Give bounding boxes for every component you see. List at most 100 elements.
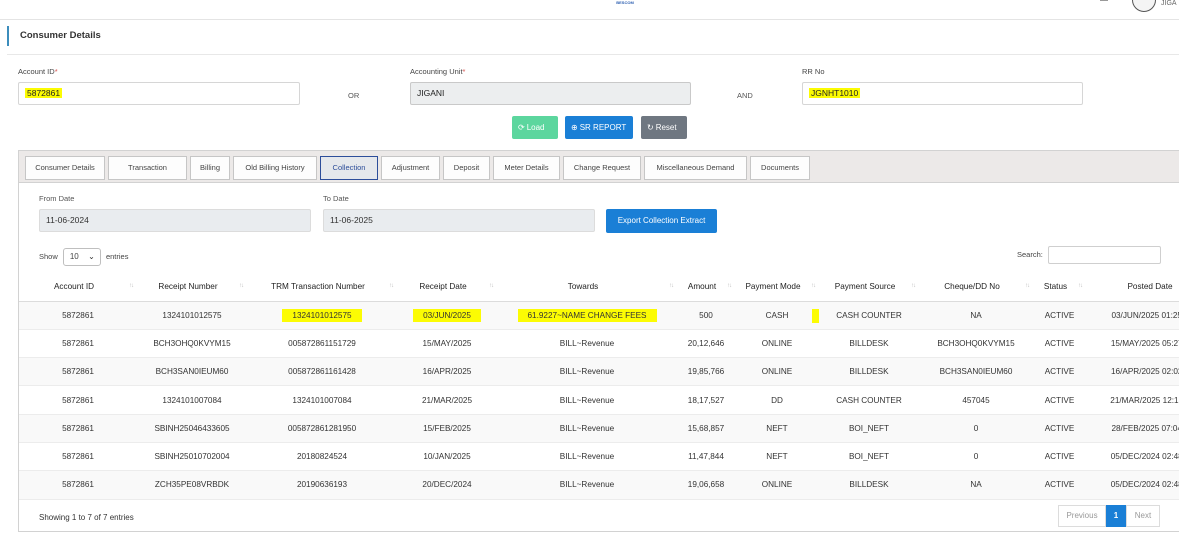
next-page-button[interactable]: Next: [1126, 505, 1160, 527]
column-header-towards[interactable]: Towards ↑↓: [497, 273, 677, 302]
sort-icon: ↑↓: [1078, 283, 1083, 289]
account-id-label: Account ID*: [18, 67, 58, 76]
sort-icon: ↑↓: [669, 283, 674, 289]
cell-cheque-dd-no: 0: [919, 414, 1033, 443]
rr-no-field[interactable]: JGNHT1010: [802, 82, 1083, 105]
show-label: Show: [39, 251, 58, 261]
cell-receipt-date: 03/JUN/2025: [397, 301, 497, 330]
cell-posted-date: 28/FEB/2025 07:04 PM: [1086, 414, 1179, 443]
search-input[interactable]: [1048, 246, 1161, 264]
table-row: 5872861 ZCH35PE08VRBDK 20190636193 20/DEC/2…: [19, 470, 1179, 500]
cell-cheque-dd-no: 0: [919, 442, 1033, 472]
column-header-amount[interactable]: Amount ↑↓: [677, 273, 735, 302]
cell-account-id: 5872861: [19, 470, 137, 500]
tab-transaction[interactable]: Transaction: [108, 156, 187, 180]
cell-trm-transaction-number: 005872861151729: [247, 329, 397, 359]
cell-status: ACTIVE: [1033, 414, 1086, 443]
table-header-row: Account ID ↑↓ Receipt Number ↑↓ TRM Transact…: [19, 273, 1179, 302]
cell-account-id: 5872861: [19, 442, 137, 472]
collection-tab-content: From Date 11-06-2024 To Date 11-06-2025 …: [19, 183, 1179, 533]
cell-receipt-date: 15/MAY/2025: [397, 329, 497, 359]
column-header-receipt-number[interactable]: Receipt Number ↑↓: [137, 273, 247, 302]
sort-icon: ↑↓: [811, 283, 816, 289]
table-info: Showing 1 to 7 of 7 entries: [39, 513, 134, 522]
cell-status: ACTIVE: [1033, 301, 1086, 330]
cell-payment-source: BILLDESK: [819, 329, 919, 359]
export-collection-button[interactable]: Export Collection Extract: [606, 209, 717, 233]
reset-button[interactable]: ↻ Reset: [641, 116, 687, 139]
to-date-field[interactable]: 11-06-2025: [323, 209, 595, 232]
cell-amount: 20,12,646: [677, 329, 735, 359]
accounting-unit-field[interactable]: JIGANI: [410, 82, 691, 105]
cell-payment-mode: ONLINE: [735, 329, 819, 359]
tab-billing[interactable]: Billing: [190, 156, 230, 180]
cell-payment-mode: DD: [735, 385, 819, 415]
column-header-trm-transaction-number[interactable]: TRM Transaction Number ↑↓: [247, 273, 397, 302]
tab-change-request[interactable]: Change Request: [563, 156, 641, 180]
cell-posted-date: 16/APR/2025 02:02 PM: [1086, 357, 1179, 387]
cell-amount: 19,06,658: [677, 470, 735, 500]
cell-receipt-number: SBINH25046433605: [137, 414, 247, 443]
cell-trm-transaction-number: 20180824524: [247, 442, 397, 472]
tab-consumer-details[interactable]: Consumer Details: [25, 156, 105, 180]
cell-towards: BILL~Revenue: [497, 357, 677, 387]
brand-logo: BESCOM: [614, 0, 636, 5]
cell-cheque-dd-no: BCH3OHQ0KVYM15: [919, 329, 1033, 359]
load-button[interactable]: ⟳ Load: [512, 116, 558, 139]
cell-payment-source: BILLDESK: [819, 357, 919, 387]
account-id-value: 5872861: [25, 88, 63, 98]
page-1-button[interactable]: 1: [1106, 505, 1126, 527]
cell-payment-source: BILLDESK: [819, 470, 919, 500]
top-bar: BESCOM JIGA: [0, 0, 1179, 20]
cell-payment-mode: NEFT: [735, 442, 819, 472]
column-header-account-id[interactable]: Account ID ↑↓: [19, 273, 137, 302]
account-id-field[interactable]: 5872861: [18, 82, 300, 105]
cell-status: ACTIVE: [1033, 470, 1086, 500]
cell-receipt-date: 10/JAN/2025: [397, 442, 497, 472]
sr-report-button[interactable]: ⊕ SR REPORT: [565, 116, 633, 139]
tab-old-billing-history[interactable]: Old Billing History: [233, 156, 317, 180]
cell-trm-transaction-number: 20190636193: [247, 470, 397, 500]
column-header-cheque-dd-no[interactable]: Cheque/DD No ↑↓: [919, 273, 1033, 302]
tab-adjustment[interactable]: Adjustment: [381, 156, 440, 180]
cell-receipt-date: 21/MAR/2025: [397, 385, 497, 415]
cell-amount: 11,47,844: [677, 442, 735, 472]
sort-icon: ↑↓: [489, 283, 494, 289]
cell-towards: BILL~Revenue: [497, 442, 677, 472]
cell-account-id: 5872861: [19, 357, 137, 387]
refresh-icon: ⟳: [518, 123, 525, 132]
previous-page-button[interactable]: Previous: [1058, 505, 1106, 527]
to-date-label: To Date: [323, 194, 349, 203]
accounting-unit-label: Accounting Unit*: [410, 67, 466, 76]
cell-account-id: 5872861: [19, 301, 137, 330]
cell-posted-date: 05/DEC/2024 02:48 PM: [1086, 470, 1179, 500]
cell-account-id: 5872861: [19, 385, 137, 415]
column-header-payment-mode[interactable]: Payment Mode ↑↓: [735, 273, 819, 302]
cell-status: ACTIVE: [1033, 357, 1086, 387]
tab-collection[interactable]: Collection: [320, 156, 378, 180]
highlight-mark: [812, 308, 819, 323]
cell-account-id: 5872861: [19, 329, 137, 359]
tab-deposit[interactable]: Deposit: [443, 156, 490, 180]
column-header-posted-date[interactable]: Posted Date↑↓: [1086, 273, 1179, 302]
cell-receipt-date: 20/DEC/2024: [397, 470, 497, 500]
cell-status: ACTIVE: [1033, 442, 1086, 472]
table-row: 5872861 1324101012575 1324101012575 03/JUN/…: [19, 301, 1179, 330]
tab-documents[interactable]: Documents: [750, 156, 810, 180]
tab-meter-details[interactable]: Meter Details: [493, 156, 560, 180]
sort-icon: ↑↓: [389, 283, 394, 289]
user-name[interactable]: JIGA: [1161, 0, 1177, 7]
column-header-payment-source[interactable]: Payment Source ↑↓: [819, 273, 919, 302]
entries-select[interactable]: 10 ⌄: [62, 248, 101, 266]
avatar[interactable]: [1132, 0, 1156, 12]
cell-receipt-date: 16/APR/2025: [397, 357, 497, 387]
page-title: Consumer Details: [7, 26, 101, 46]
cell-receipt-number: ZCH35PE08VRBDK: [137, 470, 247, 500]
sort-icon: ↑↓: [129, 283, 134, 289]
tab-miscellaneous-demand[interactable]: Miscellaneous Demand: [644, 156, 747, 180]
column-header-status[interactable]: Status ↑↓: [1033, 273, 1086, 302]
cell-receipt-number: SBINH25010702004: [137, 442, 247, 472]
cell-payment-source: CASH COUNTER: [819, 301, 919, 330]
column-header-receipt-date[interactable]: Receipt Date ↑↓: [397, 273, 497, 302]
from-date-field[interactable]: 11-06-2024: [39, 209, 311, 232]
